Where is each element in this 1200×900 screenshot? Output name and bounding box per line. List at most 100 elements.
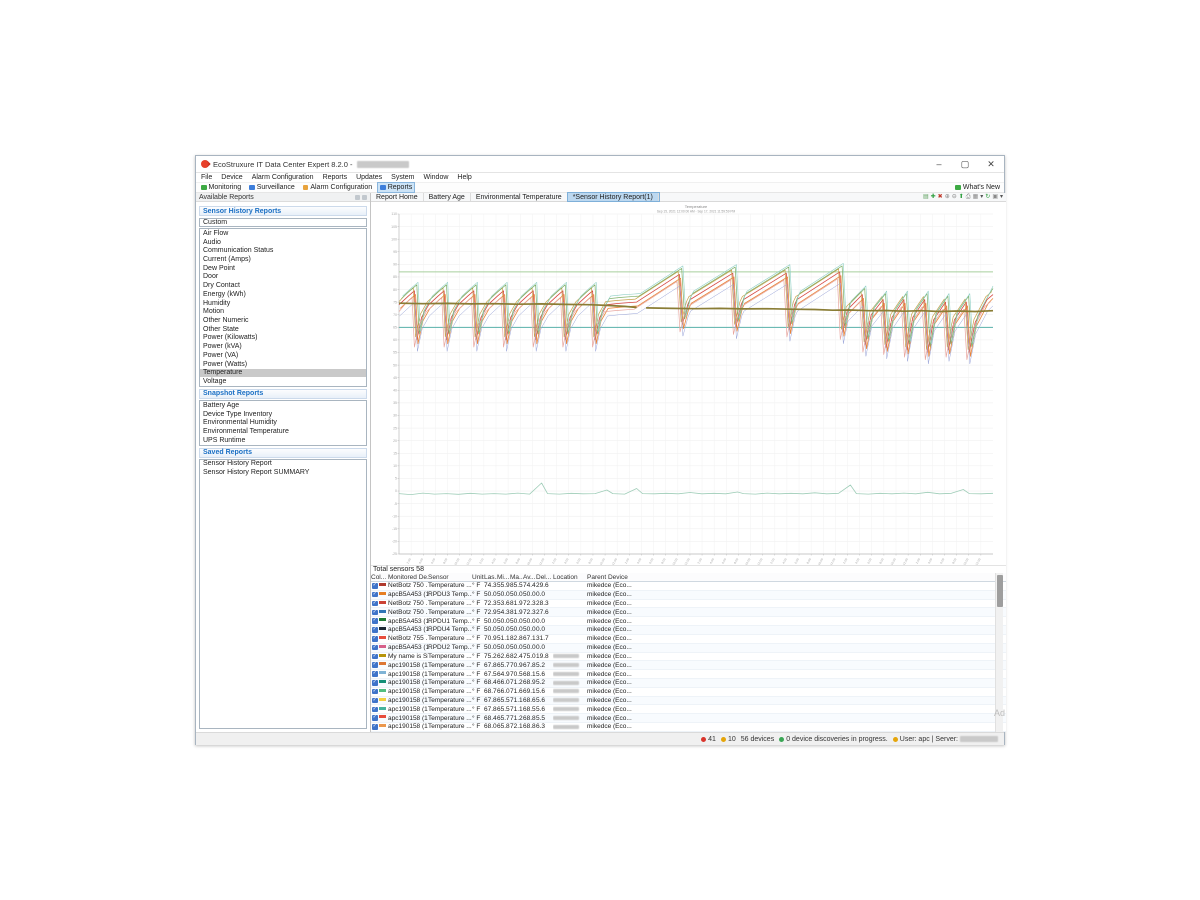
tab--sensor-history-report-1-[interactable]: *Sensor History Report(1) (568, 193, 659, 201)
column-header-4[interactable]: Las... (484, 574, 497, 581)
tab-environmental-temperature[interactable]: Environmental Temperature (471, 193, 568, 201)
chart-type-icon[interactable]: ▦ (973, 194, 979, 200)
report-item-current-amps-[interactable]: Current (Amps) (200, 255, 366, 264)
more-dropdown-icon[interactable]: ▾ (1000, 194, 1003, 200)
chart-type-dropdown-icon[interactable]: ▾ (980, 194, 983, 200)
report-item-motion[interactable]: Motion (200, 307, 366, 316)
menu-item-reports[interactable]: Reports (323, 174, 348, 181)
sensor-history-chart[interactable]: 1101051009590858075706560555045403530252… (371, 202, 1006, 565)
row-checkbox[interactable]: ✓ (372, 610, 378, 616)
table-row[interactable]: ✓apc190158 (1...Temperature ...° F67.564… (371, 670, 1006, 679)
report-item-communication-status[interactable]: Communication Status (200, 246, 366, 255)
column-header-8[interactable]: Del... (536, 574, 553, 581)
report-item-dew-point[interactable]: Dew Point (200, 264, 366, 273)
row-checkbox[interactable]: ✓ (372, 592, 378, 598)
panel-maximize-icon[interactable] (362, 195, 367, 200)
tab-report-home[interactable]: Report Home (371, 193, 424, 201)
report-item-audio[interactable]: Audio (200, 238, 366, 247)
column-header-10[interactable]: Parent Device (587, 574, 667, 581)
table-row[interactable]: ✓NetBotz 750 ...Temperature ...° F74.355… (371, 582, 1006, 591)
report-item-environmental-temperature[interactable]: Environmental Temperature (200, 427, 366, 436)
zoom-out-icon[interactable]: ⊖ (952, 194, 957, 200)
add-series-icon[interactable]: ✚ (931, 194, 936, 200)
legend-icon[interactable]: ▤ (923, 194, 929, 200)
row-checkbox[interactable]: ✓ (372, 618, 378, 624)
report-item-battery-age[interactable]: Battery Age (200, 401, 366, 410)
report-item-sensor-history-report[interactable]: Sensor History Report (200, 460, 366, 469)
print-icon[interactable]: ⎙ (966, 194, 971, 200)
toolbar-item-monitoring[interactable]: Monitoring (199, 183, 243, 192)
column-header-7[interactable]: Av... (523, 574, 536, 581)
toolbar-item-alarm-configuration[interactable]: Alarm Configuration (301, 183, 374, 192)
report-item-air-flow[interactable]: Air Flow (200, 229, 366, 238)
table-row[interactable]: ✓My name is Si...Temperature ...° F75.26… (371, 653, 1006, 662)
menu-item-window[interactable]: Window (424, 174, 449, 181)
whats-new-link[interactable]: What's New (955, 184, 1000, 191)
zoom-in-icon[interactable]: ⊕ (945, 194, 950, 200)
table-row[interactable]: ✓NetBotz 755 ...Temperature ...° F70.951… (371, 635, 1006, 644)
report-item-voltage[interactable]: Voltage (200, 377, 366, 386)
report-item-power-kva-[interactable]: Power (kVA) (200, 342, 366, 351)
row-checkbox[interactable]: ✓ (372, 601, 378, 607)
report-item-temperature[interactable]: Temperature (200, 369, 366, 378)
report-item-device-type-inventory[interactable]: Device Type Inventory (200, 410, 366, 419)
row-checkbox[interactable]: ✓ (372, 645, 378, 651)
row-checkbox[interactable]: ✓ (372, 724, 378, 730)
row-checkbox[interactable]: ✓ (372, 627, 378, 633)
report-item-custom[interactable]: Custom (199, 218, 367, 227)
menu-item-help[interactable]: Help (457, 174, 471, 181)
minimize-button[interactable]: – (926, 156, 952, 172)
column-header-9[interactable]: Location (553, 574, 587, 581)
table-row[interactable]: ✓NetBotz 750 ...Temperature ...° F72.353… (371, 600, 1006, 609)
refresh-icon[interactable]: ↻ (985, 194, 990, 200)
row-checkbox[interactable]: ✓ (372, 689, 378, 695)
table-row[interactable]: ✓apc190158 (1...Temperature ...° F68.466… (371, 679, 1006, 688)
panel-minimize-icon[interactable] (355, 195, 360, 200)
table-row[interactable]: ✓apcB5A453 (1...RPDU2 Temp...° F50.050.0… (371, 644, 1006, 653)
close-button[interactable]: ✕ (978, 156, 1004, 172)
report-item-door[interactable]: Door (200, 273, 366, 282)
column-header-2[interactable]: Sensor (428, 574, 472, 581)
table-row[interactable]: ✓apc190158 (1...Temperature ...° F68.065… (371, 723, 1006, 732)
report-item-other-numeric[interactable]: Other Numeric (200, 316, 366, 325)
menu-item-system[interactable]: System (391, 174, 414, 181)
table-row[interactable]: ✓apc190158 (1...Temperature ...° F67.865… (371, 705, 1006, 714)
menu-item-device[interactable]: Device (221, 174, 242, 181)
report-item-ups-runtime[interactable]: UPS Runtime (200, 436, 366, 445)
maximize-button[interactable]: ▢ (952, 156, 978, 172)
toolbar-item-surveillance[interactable]: Surveillance (247, 183, 297, 192)
column-header-0[interactable]: Col... (371, 574, 388, 581)
table-row[interactable]: ✓apc190158 (1...Temperature ...° F67.865… (371, 697, 1006, 706)
report-item-sensor-history-report-summary[interactable]: Sensor History Report SUMMARY (200, 468, 366, 477)
row-checkbox[interactable]: ✓ (372, 654, 378, 660)
row-checkbox[interactable]: ✓ (372, 715, 378, 721)
report-item-power-kilowatts-[interactable]: Power (Kilowatts) (200, 334, 366, 343)
report-item-other-state[interactable]: Other State (200, 325, 366, 334)
report-item-humidity[interactable]: Humidity (200, 299, 366, 308)
tab-battery-age[interactable]: Battery Age (424, 193, 471, 201)
row-checkbox[interactable]: ✓ (372, 583, 378, 589)
row-checkbox[interactable]: ✓ (372, 671, 378, 677)
table-scrollbar-thumb[interactable] (997, 575, 1003, 607)
table-row[interactable]: ✓apcB5A453 (1...RPDU3 Temp...° F50.050.0… (371, 591, 1006, 600)
remove-series-icon[interactable]: ✖ (938, 194, 943, 200)
menu-item-updates[interactable]: Updates (356, 174, 382, 181)
report-item-power-va-[interactable]: Power (VA) (200, 351, 366, 360)
row-checkbox[interactable]: ✓ (372, 636, 378, 642)
report-item-environmental-humidity[interactable]: Environmental Humidity (200, 418, 366, 427)
report-item-dry-contact[interactable]: Dry Contact (200, 281, 366, 290)
menu-item-alarm-configuration[interactable]: Alarm Configuration (252, 174, 314, 181)
table-row[interactable]: ✓NetBotz 750 ...Temperature ...° F72.954… (371, 608, 1006, 617)
row-checkbox[interactable]: ✓ (372, 662, 378, 668)
row-checkbox[interactable]: ✓ (372, 698, 378, 704)
table-row[interactable]: ✓apc190158 (1...Temperature ...° F68.766… (371, 688, 1006, 697)
column-header-1[interactable]: Monitored De... (388, 574, 428, 581)
table-row[interactable]: ✓apcB5A453 (1...RPDU4 Temp...° F50.050.0… (371, 626, 1006, 635)
table-row[interactable]: ✓apc190158 (1...Temperature ...° F68.465… (371, 714, 1006, 723)
export-icon[interactable]: ⬆ (959, 194, 964, 200)
report-item-power-watts-[interactable]: Power (Watts) (200, 360, 366, 369)
table-row[interactable]: ✓apcB5A453 (1...RPDU1 Temp...° F50.050.0… (371, 617, 1006, 626)
settings-icon[interactable]: ▣ (992, 194, 998, 200)
column-header-3[interactable]: Units (472, 574, 484, 581)
menu-item-file[interactable]: File (201, 174, 212, 181)
